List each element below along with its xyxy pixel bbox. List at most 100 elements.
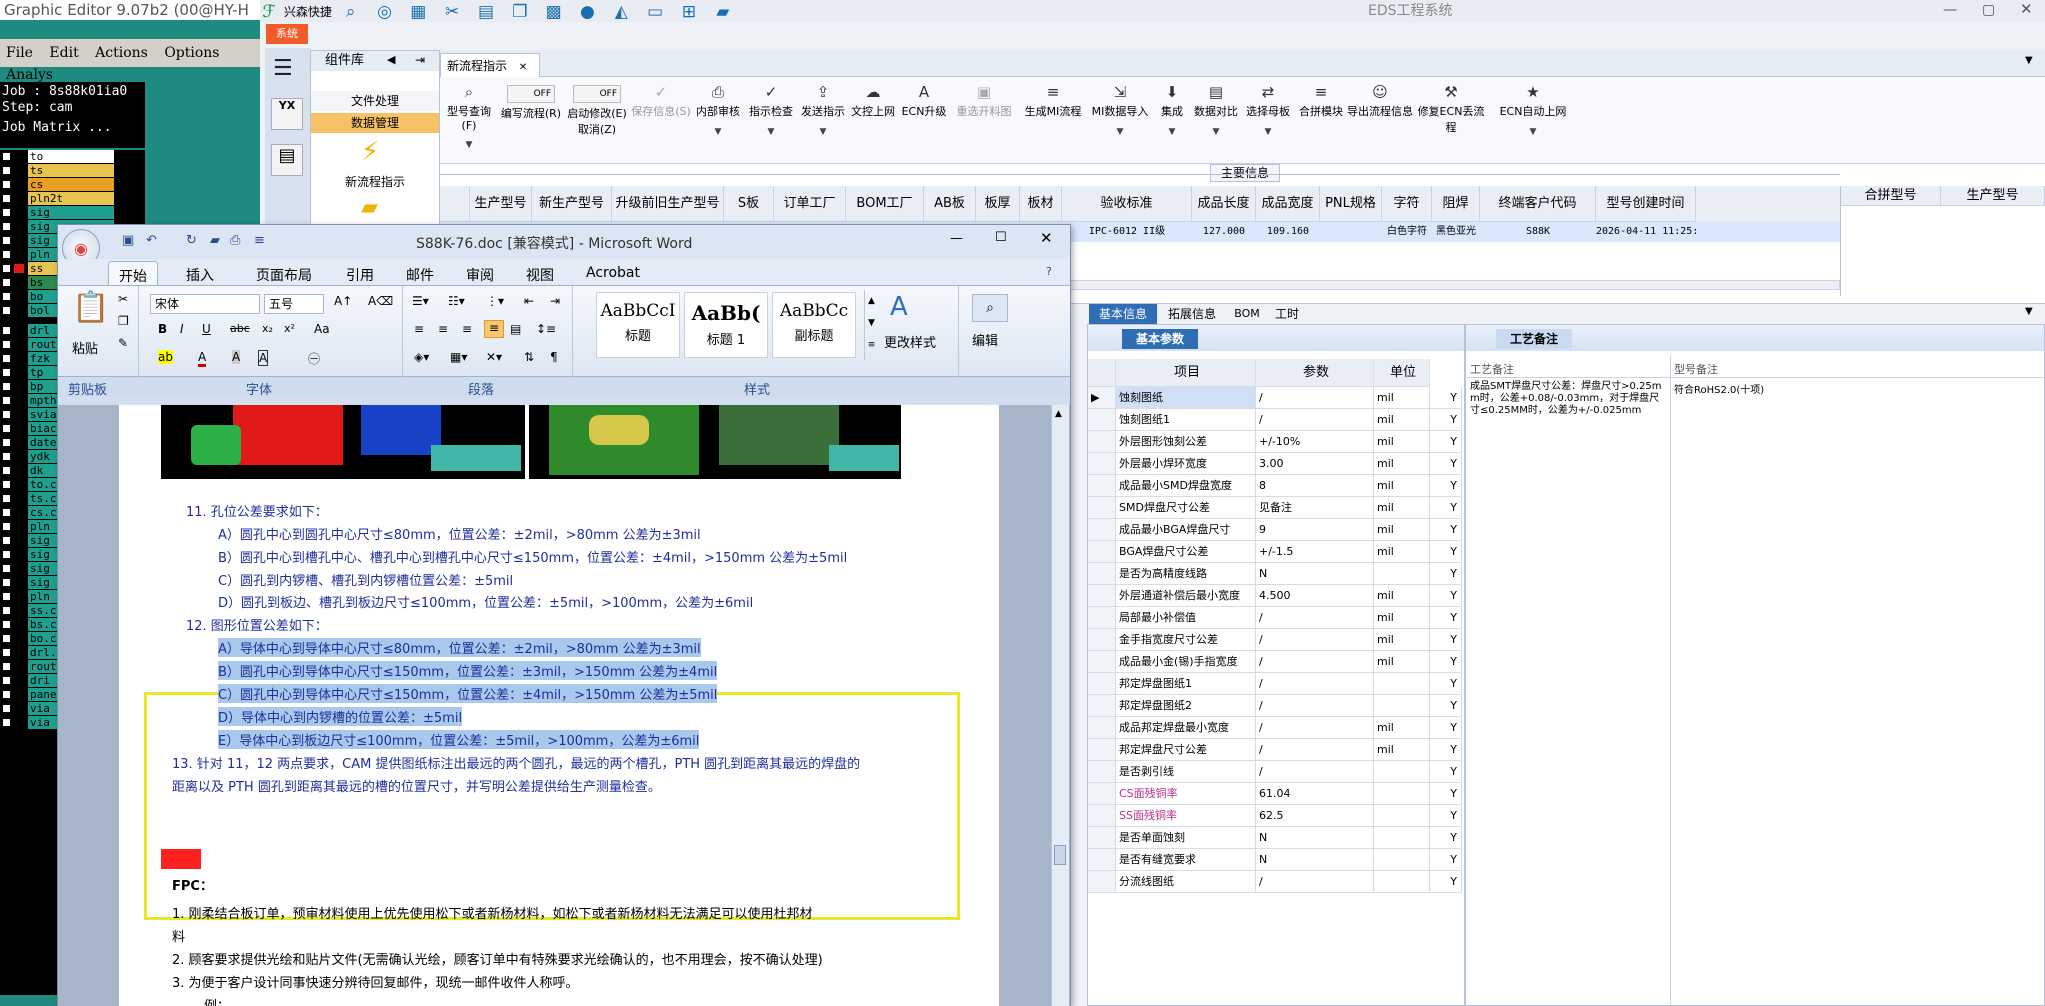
- document-line[interactable]: FPC：: [172, 875, 213, 894]
- multilevel-icon[interactable]: ⋮▾: [486, 294, 504, 308]
- redo-icon[interactable]: ↻: [186, 233, 197, 248]
- table-icon[interactable]: ▦: [407, 2, 429, 22]
- layer-checkbox[interactable]: [2, 424, 11, 433]
- param-name[interactable]: 成品最小SMD焊盘宽度: [1116, 475, 1256, 497]
- layer-checkbox[interactable]: [2, 222, 11, 231]
- justify-icon[interactable]: ≡: [484, 320, 504, 338]
- numbering-icon[interactable]: ☷▾: [448, 294, 465, 308]
- layer-checkbox[interactable]: [2, 278, 11, 287]
- document-line[interactable]: D）导体中心到内锣槽的位置公差：±5mil: [218, 707, 463, 726]
- ge-menu-analysis[interactable]: Analys: [0, 61, 59, 83]
- lightning-icon[interactable]: ⚡: [361, 137, 379, 167]
- grid-cell[interactable]: S88K: [1480, 222, 1596, 242]
- ribbon-button[interactable]: ☺ 导出流程信息: [1346, 83, 1414, 157]
- style-swatch[interactable]: AaBb(标题 1: [684, 292, 768, 358]
- grid-column-header[interactable]: 型号创建时间: [1596, 186, 1696, 222]
- lib-new-flow[interactable]: 新流程指示: [311, 173, 439, 190]
- ge-menu-edit[interactable]: Edit: [43, 39, 84, 61]
- sort-icon[interactable]: ⇅: [524, 350, 534, 364]
- grid-column-header[interactable]: 生产型号: [470, 186, 532, 222]
- param-value[interactable]: N: [1256, 827, 1374, 849]
- param-name[interactable]: 是否剥引线: [1116, 761, 1256, 783]
- document-line[interactable]: B）圆孔中心到槽孔中心、槽孔中心到槽孔中心尺寸≤150mm，位置公差：±4mil…: [218, 547, 847, 566]
- param-row-indicator[interactable]: [1088, 849, 1116, 871]
- font-color-icon[interactable]: A: [198, 350, 207, 367]
- layer-checkbox[interactable]: [2, 522, 11, 531]
- style-swatch[interactable]: AaBbCc 副标题: [772, 292, 856, 358]
- dropdown-arrow-icon[interactable]: ▼: [1088, 127, 1152, 137]
- document-line[interactable]: E）导体中心到板边尺寸≤100mm，位置公差：±5mil，>100mm，公差为±…: [218, 730, 700, 749]
- bullets-icon[interactable]: ☰▾: [412, 294, 429, 308]
- style-scroll[interactable]: ▲ ▼ ≡: [864, 290, 878, 360]
- param-value[interactable]: /: [1256, 871, 1374, 893]
- param-row-indicator[interactable]: [1088, 453, 1116, 475]
- book-icon[interactable]: ▰: [712, 2, 734, 22]
- collapse-left-icon[interactable]: ◀: [387, 53, 395, 66]
- info-dropdown-icon[interactable]: ▼: [2025, 306, 2033, 317]
- layer-checkbox[interactable]: [2, 662, 11, 671]
- layer-label[interactable]: to: [28, 150, 114, 163]
- document-line[interactable]: D）圆孔到板边、槽孔到板边尺寸≤100mm，位置公差：±5mil，>100mm，…: [218, 592, 753, 611]
- param-name[interactable]: 外层通道补偿后最小宽度: [1116, 585, 1256, 607]
- quick-customize-icon[interactable]: ≡: [254, 233, 265, 248]
- dropdown-arrow-icon[interactable]: ▼: [798, 127, 848, 137]
- param-name[interactable]: CS面残铜率: [1116, 783, 1256, 805]
- align-left-icon[interactable]: ≡: [414, 322, 424, 336]
- dropdown-arrow-icon[interactable]: ▼: [1152, 127, 1192, 137]
- shading-icon[interactable]: ◈▾: [414, 350, 429, 364]
- change-case-icon[interactable]: Aa: [314, 322, 330, 336]
- param-column-header[interactable]: 参数: [1256, 359, 1374, 387]
- param-name[interactable]: 是否为高精度线路: [1116, 563, 1256, 585]
- param-row-indicator[interactable]: [1088, 431, 1116, 453]
- layer-checkbox[interactable]: [2, 508, 11, 517]
- layer-checkbox[interactable]: [2, 208, 11, 217]
- layer-checkbox[interactable]: [2, 438, 11, 447]
- char-border-icon[interactable]: A: [258, 350, 269, 366]
- find-icon[interactable]: ⌕: [972, 294, 1008, 322]
- param-value[interactable]: /: [1256, 409, 1374, 431]
- param-value[interactable]: 3.00: [1256, 453, 1374, 475]
- pin-icon[interactable]: ⇥: [415, 53, 425, 67]
- tab-basic-info[interactable]: 基本信息: [1089, 304, 1157, 324]
- param-row-indicator[interactable]: [1088, 519, 1116, 541]
- document-line[interactable]: B）圆孔中心到导体中心尺寸≤150mm，位置公差：±3mil，>150mm 公差…: [218, 661, 718, 680]
- change-styles-label[interactable]: 更改样式: [884, 332, 936, 351]
- document-line[interactable]: 2. 顾客要求提供光绘和贴片文件(无需确认光绘，顾客订单中有特殊要求光绘确认的，…: [172, 949, 823, 968]
- toggle-switch[interactable]: OFF: [573, 85, 621, 103]
- layer-checkbox[interactable]: [2, 250, 11, 259]
- ribbon-button[interactable]: ⬇ 集成 ▼: [1152, 83, 1192, 157]
- layer-checkbox[interactable]: [2, 452, 11, 461]
- param-row-indicator[interactable]: [1088, 409, 1116, 431]
- grid-column-header[interactable]: 阻焊: [1432, 186, 1480, 222]
- edit-label[interactable]: 编辑: [972, 330, 998, 349]
- layer-checkbox[interactable]: [2, 480, 11, 489]
- param-name[interactable]: 蚀刻图纸: [1116, 387, 1256, 409]
- document-line[interactable]: A）导体中心到导体中心尺寸≤80mm，位置公差：±2mil，>80mm 公差为±…: [218, 638, 701, 657]
- show-marks-icon[interactable]: ¶: [550, 350, 558, 364]
- dropdown-arrow-icon[interactable]: ▼: [744, 127, 798, 137]
- grid-column-header[interactable]: PNL规格: [1320, 186, 1382, 222]
- grid-column-header[interactable]: 板厚: [976, 186, 1020, 222]
- document-line[interactable]: 3. 为便于客户设计同事快速分辨待回复邮件，现统一邮件收件人称呼。: [172, 972, 579, 991]
- ribbon-button[interactable]: ✓ 指示检查 ▼: [744, 83, 798, 157]
- layer-checkbox[interactable]: [2, 578, 11, 587]
- ribbon-button[interactable]: ⌕ 型号查询(F) ▼: [440, 83, 498, 157]
- param-row-indicator[interactable]: [1088, 497, 1116, 519]
- param-value[interactable]: /: [1256, 651, 1374, 673]
- layer-checkbox[interactable]: [2, 326, 11, 335]
- layer-row[interactable]: pln2t: [0, 192, 115, 205]
- chart-icon[interactable]: ◭: [610, 2, 632, 22]
- folder-icon[interactable]: ▰: [361, 195, 378, 220]
- yx-module-icon[interactable]: YX: [271, 98, 303, 130]
- document-page[interactable]: 11. 孔位公差要求如下： A）圆孔中心到圆孔中心尺寸≤80mm，位置公差：±2m…: [119, 405, 999, 1006]
- subscript-icon[interactable]: x₂: [262, 322, 273, 335]
- param-value[interactable]: 4.500: [1256, 585, 1374, 607]
- distributed-icon[interactable]: ▤: [510, 322, 521, 336]
- grid-cell[interactable]: IPC-6012 II级: [1062, 222, 1192, 242]
- grid-column-header[interactable]: 升级前旧生产型号: [612, 186, 724, 222]
- eds-close-button[interactable]: ✕: [2020, 0, 2033, 18]
- param-name[interactable]: 邦定焊盘图纸1: [1116, 673, 1256, 695]
- param-row-indicator[interactable]: [1088, 871, 1116, 893]
- align-right-icon[interactable]: ≡: [462, 322, 472, 336]
- model-note-text[interactable]: 符合RoHS2.0(十项): [1674, 381, 2034, 396]
